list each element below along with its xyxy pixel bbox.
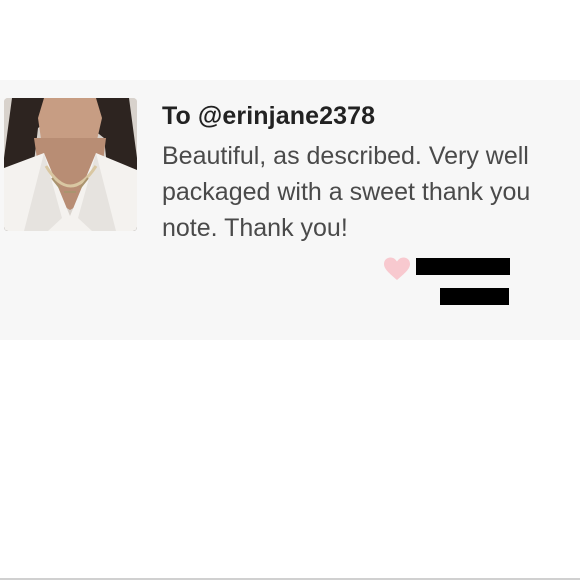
- heart-icon[interactable]: [383, 257, 411, 281]
- redacted-date: [440, 288, 509, 305]
- photo-image: [4, 98, 137, 231]
- review-recipient: To @erinjane2378: [162, 102, 376, 130]
- reviewer-photo[interactable]: [4, 98, 137, 231]
- review-text: Beautiful, as described. Very well packa…: [162, 142, 531, 242]
- redacted-username: [416, 258, 510, 275]
- review-card: To @erinjane2378 Beautiful, as described…: [0, 80, 580, 340]
